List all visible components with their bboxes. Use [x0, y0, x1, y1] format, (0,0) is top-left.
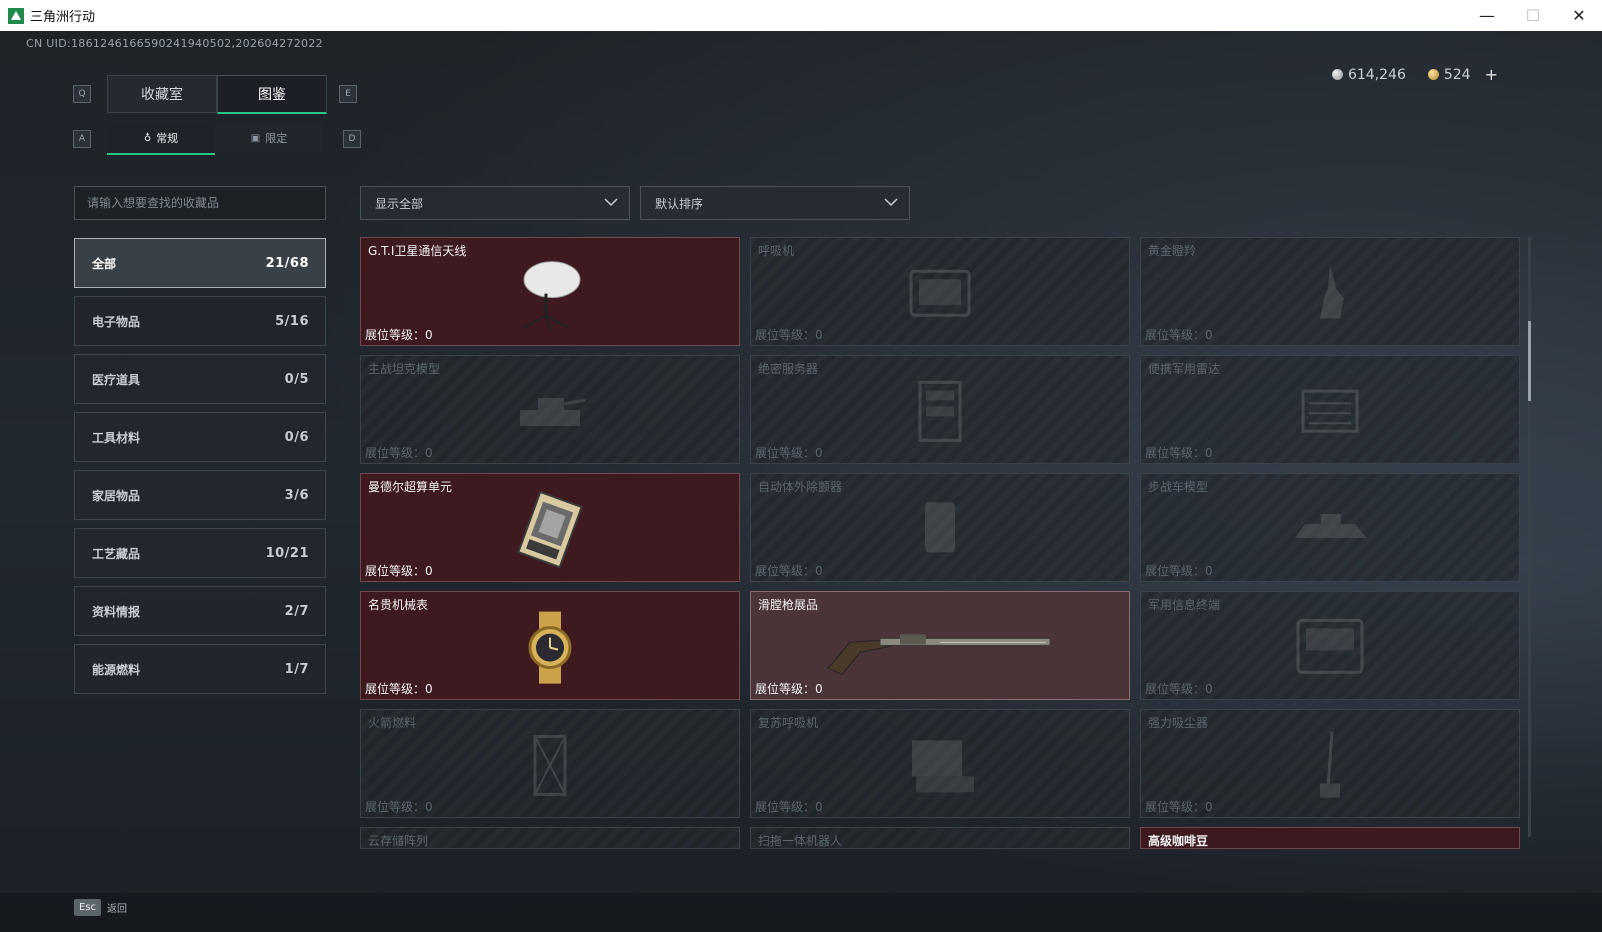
silver-currency: 614,246: [1331, 67, 1406, 83]
maximize-button[interactable]: ☐: [1510, 0, 1556, 31]
item-card[interactable]: 黄金瞪羚 展位等级：0: [1140, 237, 1520, 346]
tab-collection-room[interactable]: 收藏室: [107, 75, 217, 113]
rocket-fuel-icon: [533, 734, 567, 796]
category-crafts[interactable]: 工艺藏品 10/21: [74, 528, 326, 578]
chevron-down-icon: [604, 198, 618, 207]
musket-icon: [827, 633, 1051, 675]
item-card[interactable]: 高级咖啡豆: [1140, 827, 1520, 849]
uid-label: CN UID:1861246166590241940502,2026042720…: [26, 37, 323, 50]
main-tabs: 收藏室 图鉴: [107, 75, 327, 114]
key-hint-a: A: [73, 130, 91, 148]
bottom-bar: [0, 893, 1602, 932]
back-label: 返回: [107, 904, 128, 915]
item-card[interactable]: 呼吸机 展位等级：0: [750, 237, 1130, 346]
window-controls: — ☐ ✕: [1464, 0, 1602, 31]
key-hint-q: Q: [73, 85, 91, 103]
esc-key-hint: Esc: [74, 899, 102, 916]
currency-bar: 614,246 524 +: [1331, 65, 1498, 84]
collection-grid-viewport: G.T.I卫星通信天线 展位等级：0 呼吸机 展位等级：0 黄金瞪羚 展位等级：…: [360, 237, 1528, 881]
window-titlebar: 三角洲行动 — ☐ ✕: [0, 0, 1602, 32]
gazelle-statue-icon: [1320, 263, 1344, 318]
item-card[interactable]: 复苏呼吸机 展位等级：0: [750, 709, 1130, 818]
item-card[interactable]: 主战坦克模型 展位等级：0: [360, 355, 740, 464]
item-card[interactable]: 扫拖一体机器人: [750, 827, 1130, 849]
category-tools[interactable]: 工具材料 0/6: [74, 412, 326, 462]
gold-currency: 524: [1427, 67, 1471, 83]
sort-dropdown[interactable]: 默认排序: [640, 186, 910, 220]
category-household[interactable]: 家居物品 3/6: [74, 470, 326, 520]
item-card[interactable]: G.T.I卫星通信天线 展位等级：0: [360, 237, 740, 346]
chevron-down-icon: [884, 198, 898, 207]
tank-model-icon: [520, 397, 587, 426]
silver-coin-icon: [1331, 68, 1343, 80]
close-button[interactable]: ✕: [1556, 0, 1602, 31]
radar-icon: [1301, 389, 1359, 433]
item-card[interactable]: 强力吸尘器 展位等级：0: [1140, 709, 1520, 818]
filter-value: 显示全部: [375, 196, 424, 211]
key-hint-d: D: [343, 130, 361, 148]
game-viewport: CN UID:1861246166590241940502,2026042720…: [0, 31, 1602, 932]
window-title: 三角洲行动: [30, 10, 96, 25]
item-card[interactable]: 便携军用雷达 展位等级：0: [1140, 355, 1520, 464]
item-card[interactable]: 云存储阵列: [360, 827, 740, 849]
ventilator-icon: [909, 269, 971, 317]
vacuum-cleaner-icon: [1320, 730, 1340, 798]
sub-tabs: ♁ 常规 ▣ 限定: [107, 123, 323, 155]
app-logo-icon: [8, 7, 24, 24]
item-card[interactable]: 自动体外除颤器 展位等级：0: [750, 473, 1130, 582]
supercomputer-unit-icon: [517, 490, 583, 568]
minimize-button[interactable]: —: [1464, 0, 1510, 31]
subtab-regular[interactable]: ♁ 常规: [107, 123, 215, 155]
item-card[interactable]: 步战车模型 展位等级：0: [1140, 473, 1520, 582]
item-card[interactable]: 滑膛枪展品 展位等级：0: [750, 591, 1130, 700]
watch-icon: [528, 611, 572, 684]
back-button[interactable]: Esc 返回: [74, 899, 127, 916]
category-electronics[interactable]: 电子物品 5/16: [74, 296, 326, 346]
server-icon: [918, 380, 962, 442]
sort-value: 默认排序: [655, 196, 704, 211]
category-list: 全部 21/68 电子物品 5/16 医疗道具 0/5 工具材料 0/6 家居物品 3/6…: [74, 238, 326, 702]
filter-dropdown[interactable]: 显示全部: [360, 186, 630, 220]
military-terminal-icon: [1296, 618, 1364, 674]
picture-icon: ▣: [250, 132, 261, 144]
item-card[interactable]: 曼德尔超算单元 展位等级：0: [360, 473, 740, 582]
satellite-antenna-icon: [523, 260, 581, 330]
add-currency-button[interactable]: +: [1485, 65, 1498, 84]
category-medical[interactable]: 医疗道具 0/5: [74, 354, 326, 404]
gold-coin-icon: [1427, 68, 1439, 80]
bottle-icon: ♁: [143, 132, 152, 144]
defibrillator-icon: [925, 501, 955, 552]
category-all[interactable]: 全部 21/68: [74, 238, 326, 288]
resuscitator-icon: [912, 739, 974, 792]
category-intel[interactable]: 资料情报 2/7: [74, 586, 326, 636]
tab-codex[interactable]: 图鉴: [217, 75, 327, 114]
ifv-model-icon: [1295, 513, 1367, 538]
grid-scrollbar-thumb[interactable]: [1528, 321, 1531, 401]
key-hint-e: E: [339, 85, 357, 103]
item-card[interactable]: 绝密服务器 展位等级：0: [750, 355, 1130, 464]
search-input[interactable]: [74, 186, 326, 220]
item-card[interactable]: 名贵机械表 展位等级：0: [360, 591, 740, 700]
item-card[interactable]: 军用信息终端 展位等级：0: [1140, 591, 1520, 700]
subtab-limited[interactable]: ▣ 限定: [215, 123, 323, 153]
collection-grid: G.T.I卫星通信天线 展位等级：0 呼吸机 展位等级：0 黄金瞪羚 展位等级：…: [360, 237, 1528, 849]
item-card[interactable]: 火箭燃料 展位等级：0: [360, 709, 740, 818]
category-energy[interactable]: 能源燃料 1/7: [74, 644, 326, 694]
